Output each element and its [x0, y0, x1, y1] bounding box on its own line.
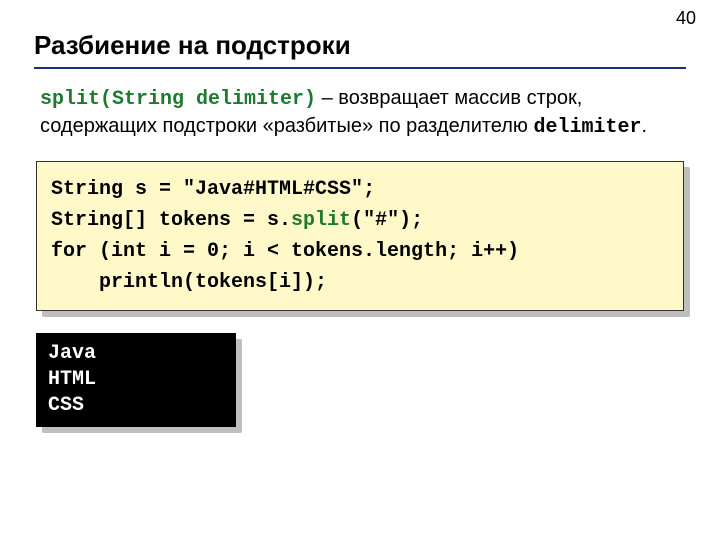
code-line2c: (: [351, 209, 363, 232]
desc-period: .: [642, 115, 648, 137]
method-signature: split(String delimiter): [40, 88, 316, 111]
title-underline: [34, 67, 686, 69]
desc-delimiter: delimiter: [534, 116, 642, 139]
code-line1c: ;: [363, 178, 375, 201]
code-line2a: String[] tokens = s.: [51, 209, 291, 232]
desc-sep: –: [316, 87, 338, 109]
slide-title: Разбиение на подстроки: [34, 30, 686, 67]
code-block-content: String s = "Java#HTML#CSS"; String[] tok…: [36, 161, 684, 311]
description: split(String delimiter) – возвращает мас…: [40, 85, 686, 141]
output-block: Java HTML CSS: [36, 333, 236, 427]
code-line3: for (int i = 0; i < tokens.length; i++): [51, 240, 519, 263]
output-content: Java HTML CSS: [36, 333, 236, 427]
code-line2b: split: [291, 209, 351, 232]
code-line2e: );: [399, 209, 423, 232]
page-number: 40: [676, 8, 696, 29]
code-line1a: String s =: [51, 178, 183, 201]
code-line4: println(tokens[i]);: [51, 271, 327, 294]
code-line1b: "Java#HTML#CSS": [183, 178, 363, 201]
code-line2d: "#": [363, 209, 399, 232]
code-block: String s = "Java#HTML#CSS"; String[] tok…: [36, 161, 684, 311]
